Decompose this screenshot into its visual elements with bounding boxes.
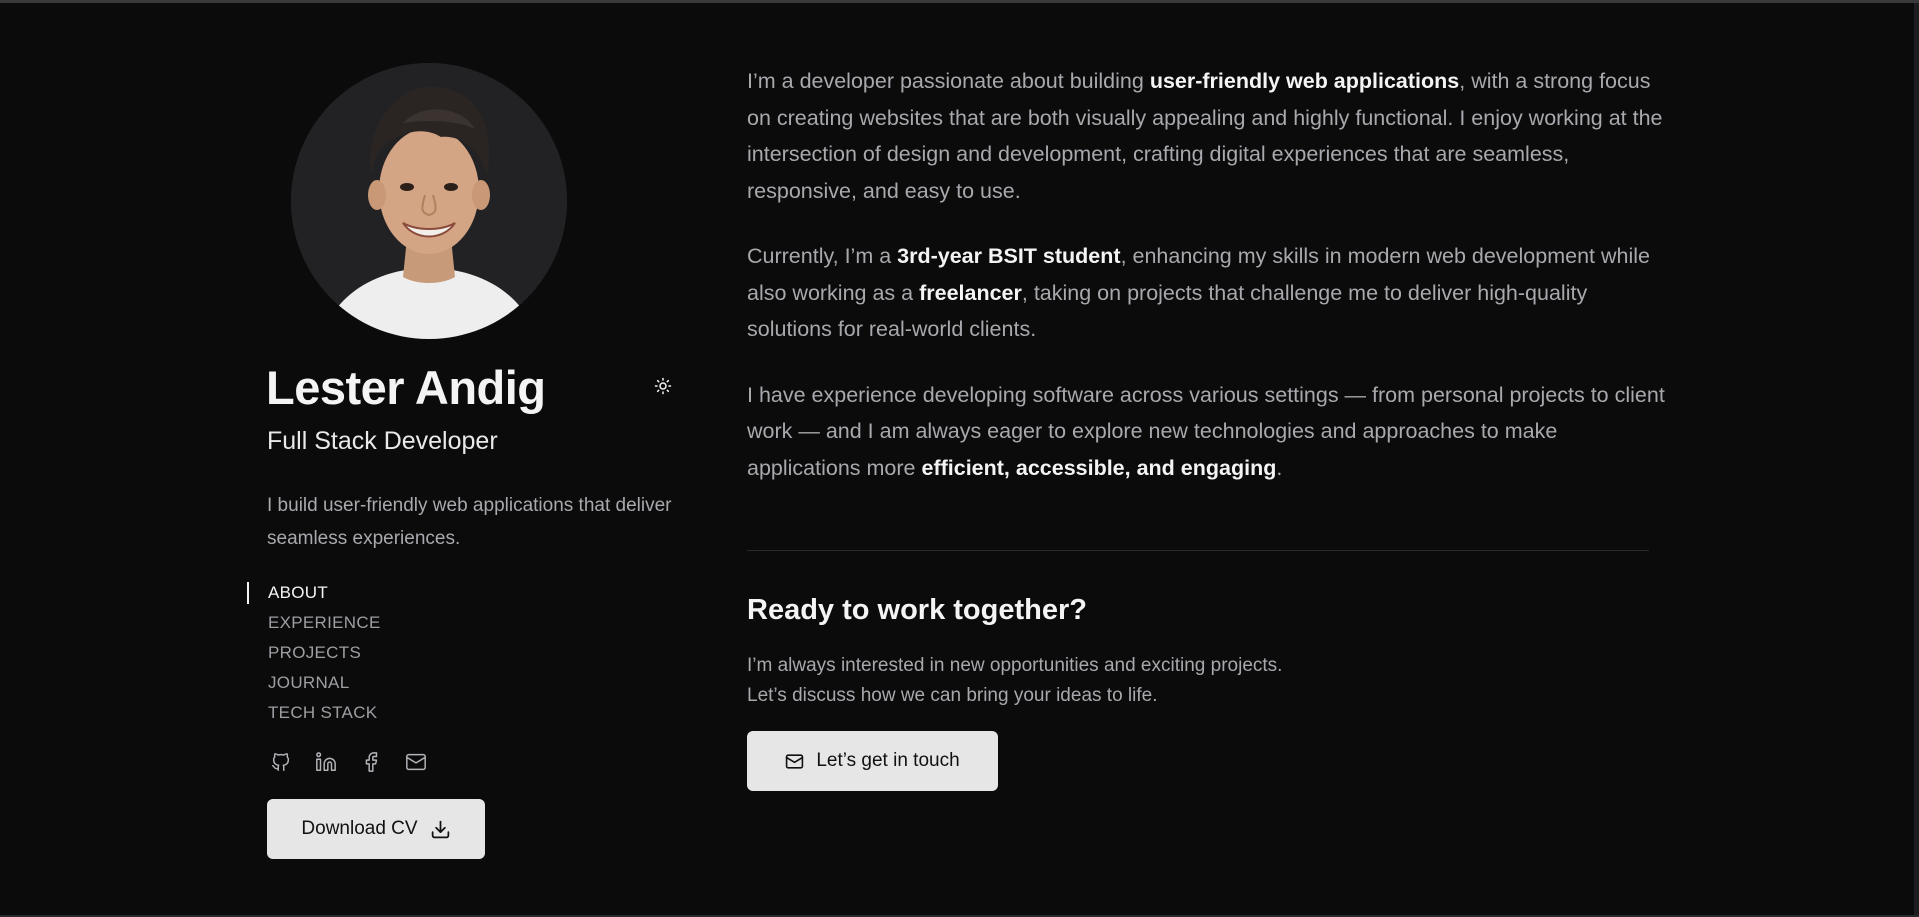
download-cv-label: Download CV [301,818,418,839]
get-in-touch-label: Let’s get in touch [816,750,960,771]
profile-role: Full Stack Developer [267,427,498,455]
download-icon [431,820,449,838]
highlight-text: freelancer [919,280,1022,305]
linkedin-link[interactable] [312,748,340,776]
nav-item-label: EXPERIENCE [268,613,381,632]
nav-item-label: TECH STACK [268,703,378,722]
highlight-text: 3rd-year BSIT student [897,244,1121,268]
email-link[interactable] [402,748,430,776]
get-in-touch-button[interactable]: Let’s get in touch [747,731,998,791]
cta-text: I’m always interested in new opportuniti… [747,655,1283,706]
facebook-icon [365,752,378,772]
nav-item-tech-stack[interactable]: TECH STACK [247,698,447,728]
github-icon [272,753,290,771]
highlight-text: efficient, accessible, and engaging [921,455,1277,480]
nav-item-journal[interactable]: JOURNAL [247,668,447,698]
linkedin-icon [316,752,336,771]
about-paragraph-2: Currently, I’m a 3rd-year BSIT student, … [747,244,1650,341]
github-link[interactable] [267,748,295,776]
nav-item-experience[interactable]: EXPERIENCE [247,608,447,638]
download-cv-button[interactable]: Download CV [267,799,485,859]
scrollbar[interactable] [1914,3,1919,917]
section-divider [747,550,1649,551]
social-links [267,748,430,776]
about-paragraph-3: I have experience developing software ac… [747,382,1665,480]
profile-tagline: I build user-friendly web applications t… [267,495,672,549]
facebook-link[interactable] [357,748,385,776]
theme-toggle-button[interactable] [652,375,674,397]
mail-icon [406,753,426,771]
nav-item-label: PROJECTS [268,643,362,662]
profile-photo [291,63,567,339]
mail-icon [786,753,804,769]
nav-active-indicator [247,582,249,604]
window-top-border [0,0,1919,3]
highlight-text: user-friendly web applications [1149,69,1460,93]
nav-item-label: ABOUT [268,583,329,602]
nav-item-projects[interactable]: PROJECTS [247,638,447,668]
cta-title: Ready to work together? [747,594,1087,626]
sun-icon [654,377,672,395]
about-section: I’m a developer passionate about buildin… [747,63,1667,515]
nav-item-about[interactable]: ABOUT [247,578,447,608]
profile-name: Lester Andig [266,361,546,414]
nav-item-label: JOURNAL [268,673,350,692]
section-nav: ABOUT EXPERIENCE PROJECTS JOURNAL TECH S… [247,578,447,728]
avatar [291,63,567,339]
about-paragraph-1: I’m a developer passionate about buildin… [747,69,1663,203]
